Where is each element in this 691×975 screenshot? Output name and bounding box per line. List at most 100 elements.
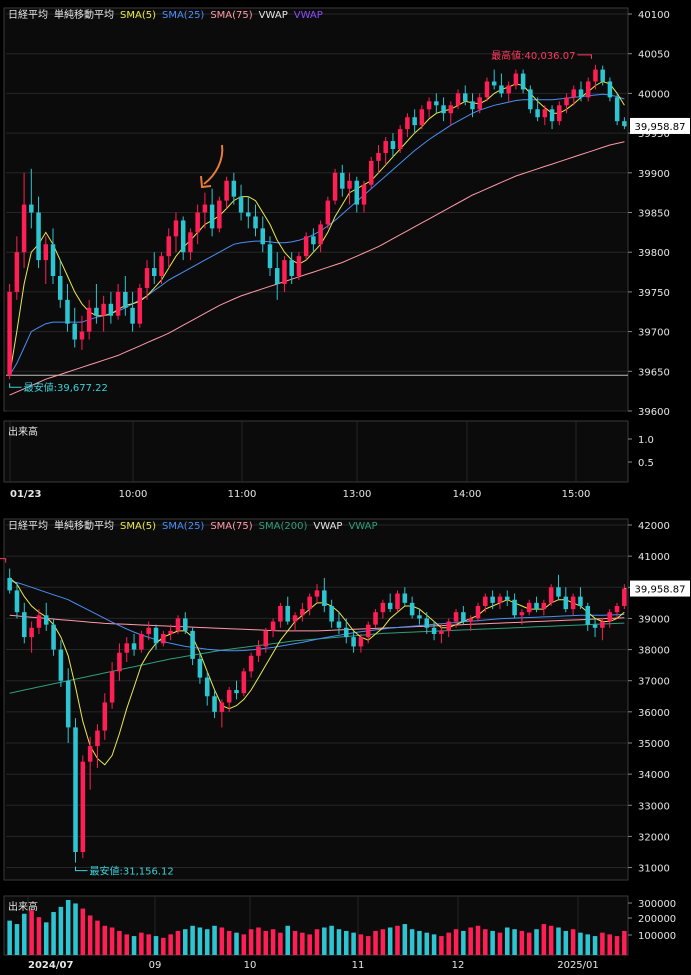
volume-bar: [607, 934, 612, 955]
candle-body: [190, 630, 195, 659]
candle-body: [340, 172, 345, 189]
candle-body: [256, 646, 261, 656]
candle-body: [351, 637, 356, 647]
candle-body: [87, 746, 93, 762]
candle-body: [369, 160, 374, 185]
candle-body: [124, 643, 130, 653]
candle-body: [260, 228, 265, 245]
price-tick-label: 36000: [638, 708, 670, 719]
candle-body: [123, 291, 128, 308]
candle-body: [564, 97, 569, 106]
volume-bar: [417, 930, 422, 955]
candle-body: [241, 671, 247, 694]
volume-bar: [504, 927, 510, 955]
candle-body: [86, 307, 92, 332]
intraday-chart[interactable]: 4010040050400003995039900398503980039750…: [0, 0, 691, 505]
candle-body: [557, 105, 562, 122]
time-tick-label: 2024/07: [28, 960, 73, 971]
volume-bar: [373, 930, 378, 955]
volume-bar: [365, 936, 371, 955]
candle-body: [202, 204, 208, 213]
candle-body: [600, 621, 605, 628]
volume-bar: [87, 915, 93, 955]
candle-body: [188, 232, 193, 253]
candle-body: [534, 602, 539, 610]
candle-body: [513, 73, 519, 86]
volume-bar: [600, 932, 605, 955]
candle-body: [373, 612, 378, 625]
price-tick-label: 39600: [638, 407, 670, 418]
price-tick-label: 33000: [638, 801, 670, 812]
time-tick-label: 11:00: [228, 489, 257, 500]
volume-bar: [183, 929, 188, 955]
legend-item: SMA(75): [210, 10, 252, 21]
candle-body: [395, 593, 400, 610]
candle-body: [267, 244, 273, 269]
candle-body: [512, 599, 517, 616]
legend-item: SMA(25): [162, 521, 204, 532]
volume-bar: [424, 932, 430, 955]
volume-bar: [51, 912, 56, 955]
volume-bar: [278, 932, 283, 955]
candle-body: [50, 244, 56, 277]
candle-body: [593, 69, 598, 82]
candle-body: [329, 605, 334, 622]
candle-body: [397, 129, 403, 149]
candle-body: [470, 101, 475, 110]
volume-bar: [263, 930, 269, 955]
price-tick-label: 40000: [638, 89, 670, 100]
time-tick-label: 2025/01: [557, 960, 599, 971]
volume-bar: [556, 927, 561, 955]
volume-tick-label: 1.0: [638, 435, 654, 446]
volume-bar: [519, 930, 525, 955]
candle-body: [622, 121, 627, 126]
candle-body: [168, 630, 173, 634]
price-tick-label: 41000: [638, 552, 670, 563]
daily-chart[interactable]: 4200041000400003900038000370003600035000…: [0, 505, 691, 975]
candle-body: [463, 93, 468, 102]
volume-bar: [563, 930, 569, 955]
volume-bar: [248, 929, 254, 955]
price-tick-label: 39650: [638, 367, 670, 378]
candle-body: [585, 605, 591, 625]
candle-body: [144, 268, 150, 288]
last-price-label: 39,958.87: [635, 122, 686, 133]
price-tick-label: 35000: [638, 739, 670, 750]
candle-body: [528, 89, 533, 110]
candle-body: [571, 89, 576, 98]
volume-bar: [307, 934, 312, 955]
candle-body: [318, 224, 323, 245]
volume-bar: [570, 929, 576, 955]
price-tick-label: 34000: [638, 770, 670, 781]
volume-bar: [578, 932, 583, 955]
volume-bar: [409, 929, 415, 955]
candle-body: [468, 618, 473, 622]
candle-body: [622, 588, 627, 606]
candle-body: [307, 596, 312, 610]
candle-body: [475, 605, 481, 619]
candle-body: [94, 307, 99, 316]
candle-body: [434, 101, 439, 106]
volume-bar: [161, 937, 166, 955]
price-panel: [3, 7, 629, 412]
volume-bar: [168, 934, 173, 955]
candle-body: [614, 605, 620, 613]
candle-body: [14, 252, 20, 292]
volume-bar: [43, 922, 49, 955]
candle-body: [322, 590, 327, 606]
volume-tick-label: 100000: [638, 931, 676, 942]
candle-body: [332, 172, 338, 201]
legend-item: SMA(200): [259, 521, 308, 532]
volume-bar: [197, 927, 203, 955]
candle-body: [380, 602, 386, 613]
candle-body: [405, 117, 410, 130]
volume-bar: [475, 925, 481, 955]
price-tick-label: 37000: [638, 677, 670, 688]
candle-body: [43, 615, 49, 625]
volume-bar: [190, 925, 195, 955]
candle-body: [314, 590, 320, 597]
volume-bar: [226, 930, 232, 955]
candle-body: [65, 680, 71, 728]
price-tick-label: 40050: [638, 50, 670, 61]
candle-body: [289, 260, 294, 277]
